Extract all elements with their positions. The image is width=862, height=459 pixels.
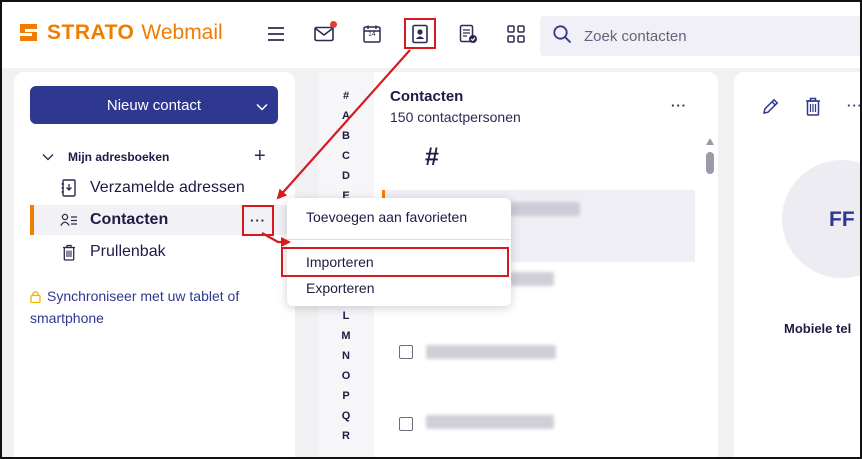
apps-grid-icon[interactable] (501, 19, 531, 49)
alphabet-letter[interactable]: P (318, 390, 374, 402)
collapse-chevron-icon[interactable] (42, 150, 54, 164)
addressbook-more-button[interactable]: ··· (242, 205, 274, 236)
sync-devices-link[interactable]: Synchroniseer met uw tablet of smartphon… (30, 286, 280, 328)
alphabet-letter[interactable]: C (318, 150, 374, 162)
logo-product-text: Webmail (141, 20, 223, 44)
contacts-icon-highlight (404, 18, 436, 49)
scrollbar-thumb[interactable] (706, 152, 714, 174)
alphabet-letter[interactable]: Q (318, 410, 374, 422)
strato-logo-icon (16, 20, 41, 45)
sidebar-item-label: Verzamelde adressen (90, 179, 245, 196)
logo-brand-text: STRATO (47, 20, 135, 44)
addressbooks-header-label: Mijn adresboeken (68, 150, 170, 164)
blurred-contact-name (426, 415, 554, 429)
sidebar: Nieuw contact Mijn adresboeken + Verzame… (14, 72, 295, 457)
alphabet-letter[interactable]: L (318, 310, 374, 322)
mail-icon[interactable] (309, 19, 339, 49)
alphabet-letter[interactable]: # (318, 90, 374, 102)
contact-checkbox[interactable] (399, 417, 413, 431)
alphabet-letter[interactable]: A (318, 110, 374, 122)
sidebar-item-label: Contacten (90, 211, 169, 228)
detail-more-button[interactable]: ··· (847, 98, 860, 113)
new-contact-label: Nieuw contact (106, 96, 202, 114)
sidebar-item-trash[interactable]: Prullenbak (30, 237, 294, 267)
blurred-contact-name (426, 345, 556, 359)
top-bar: STRATO Webmail 14 (2, 2, 860, 68)
strato-logo[interactable]: STRATO Webmail (16, 20, 223, 45)
alphabet-letter[interactable]: B (318, 130, 374, 142)
tasks-icon[interactable] (453, 19, 483, 49)
addressbooks-header[interactable]: Mijn adresboeken (42, 150, 169, 164)
contact-initials: FF (829, 208, 855, 231)
alphabet-letter[interactable]: D (318, 170, 374, 182)
import-highlight (281, 247, 509, 277)
app-window: STRATO Webmail 14 Zoek contacten Nieuw c… (0, 0, 862, 459)
menu-divider (287, 239, 511, 240)
menu-item-export[interactable]: Exporteren (306, 280, 374, 296)
trash-icon (60, 243, 78, 261)
contacts-list-icon (60, 211, 78, 229)
new-contact-button[interactable]: Nieuw contact (30, 86, 278, 124)
blurred-contact-name (510, 272, 554, 286)
alphabet-letter[interactable]: M (318, 330, 374, 342)
search-icon[interactable] (552, 24, 572, 49)
sidebar-item-label: Prullenbak (90, 243, 166, 260)
list-more-button[interactable]: ··· (671, 98, 687, 113)
contact-count: 150 contactpersonen (390, 109, 521, 125)
delete-icon[interactable] (805, 97, 821, 121)
mobile-phone-label: Mobiele tel (784, 321, 852, 336)
menu-item-add-favorites[interactable]: Toevoegen aan favorieten (306, 209, 467, 225)
calendar-day: 14 (368, 31, 376, 38)
sidebar-item-collected-addresses[interactable]: Verzamelde adressen (30, 173, 294, 203)
add-addressbook-icon[interactable]: + (254, 146, 266, 166)
scroll-up-arrow[interactable] (706, 138, 714, 145)
edit-icon[interactable] (761, 97, 780, 121)
group-header: # (425, 143, 439, 171)
mail-notification-dot (330, 21, 337, 28)
menu-icon[interactable] (261, 19, 291, 49)
alphabet-letter[interactable]: R (318, 430, 374, 442)
alphabet-letter[interactable]: N (318, 350, 374, 362)
calendar-icon[interactable]: 14 (357, 19, 387, 49)
blurred-contact-name (510, 202, 580, 216)
contact-checkbox[interactable] (399, 345, 413, 359)
collected-addresses-icon (60, 179, 78, 197)
search-input[interactable] (584, 27, 824, 45)
alphabet-letter[interactable]: O (318, 370, 374, 382)
contact-search-bar[interactable] (540, 16, 860, 56)
list-title: Contacten (390, 88, 464, 105)
chevron-down-icon[interactable] (256, 98, 268, 115)
lock-icon (30, 288, 41, 308)
sync-devices-text: Synchroniseer met uw tablet of smartphon… (30, 288, 240, 326)
